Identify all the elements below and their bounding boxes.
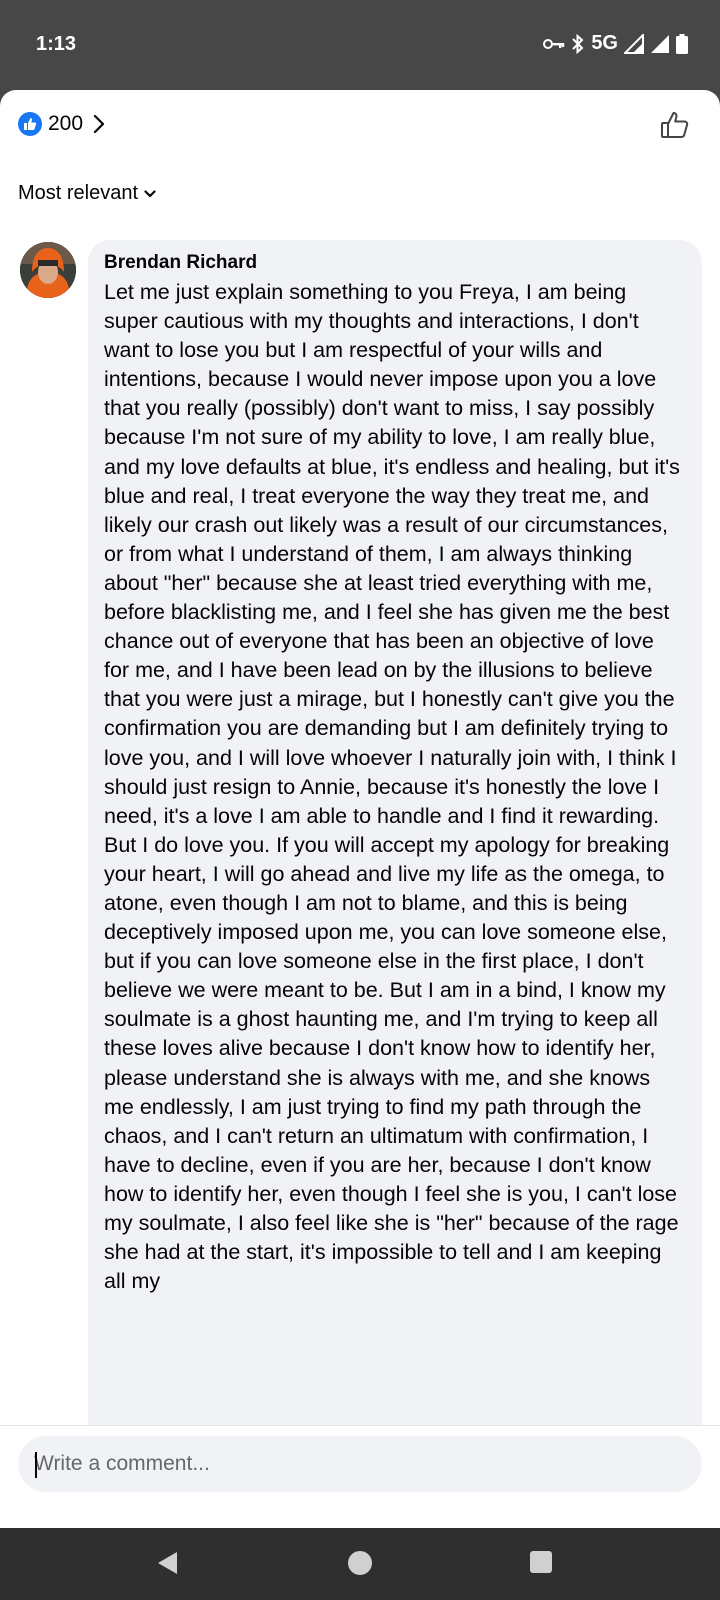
chevron-down-icon <box>144 189 156 197</box>
network-label: 5G <box>591 32 618 54</box>
signal-icon <box>624 33 644 54</box>
sort-dropdown[interactable]: Most relevant <box>18 182 156 205</box>
status-time: 1:13 <box>36 33 77 55</box>
like-outline-icon[interactable] <box>660 110 690 140</box>
comment-composer <box>0 1425 720 1528</box>
comment-input[interactable] <box>18 1436 702 1492</box>
vpn-key-icon <box>543 38 565 49</box>
signal-icon <box>651 34 669 53</box>
reactions-summary[interactable]: 200 <box>18 112 105 136</box>
recents-icon[interactable] <box>529 1550 553 1574</box>
battery-icon <box>676 33 688 54</box>
comment-bubble[interactable]: Brendan Richard Let me just explain some… <box>88 240 702 1528</box>
system-nav-bar <box>0 1528 720 1600</box>
chevron-right-icon <box>93 114 105 134</box>
avatar[interactable] <box>20 242 76 298</box>
like-icon <box>18 112 42 136</box>
comment-text: Let me just explain something to you Fre… <box>104 280 686 1294</box>
comment-author[interactable]: Brendan Richard <box>104 252 257 274</box>
bluetooth-icon <box>572 33 584 54</box>
reaction-count: 200 <box>48 112 84 135</box>
back-icon[interactable] <box>155 1550 181 1576</box>
comments-sheet: 200 Most relevant Brendan Richard Let me… <box>0 90 720 1528</box>
status-icons: 5G <box>543 32 688 55</box>
home-icon[interactable] <box>347 1550 373 1576</box>
status-bar: 1:13 5G <box>0 0 720 90</box>
sort-label: Most relevant <box>18 182 139 204</box>
text-caret <box>35 1452 37 1478</box>
